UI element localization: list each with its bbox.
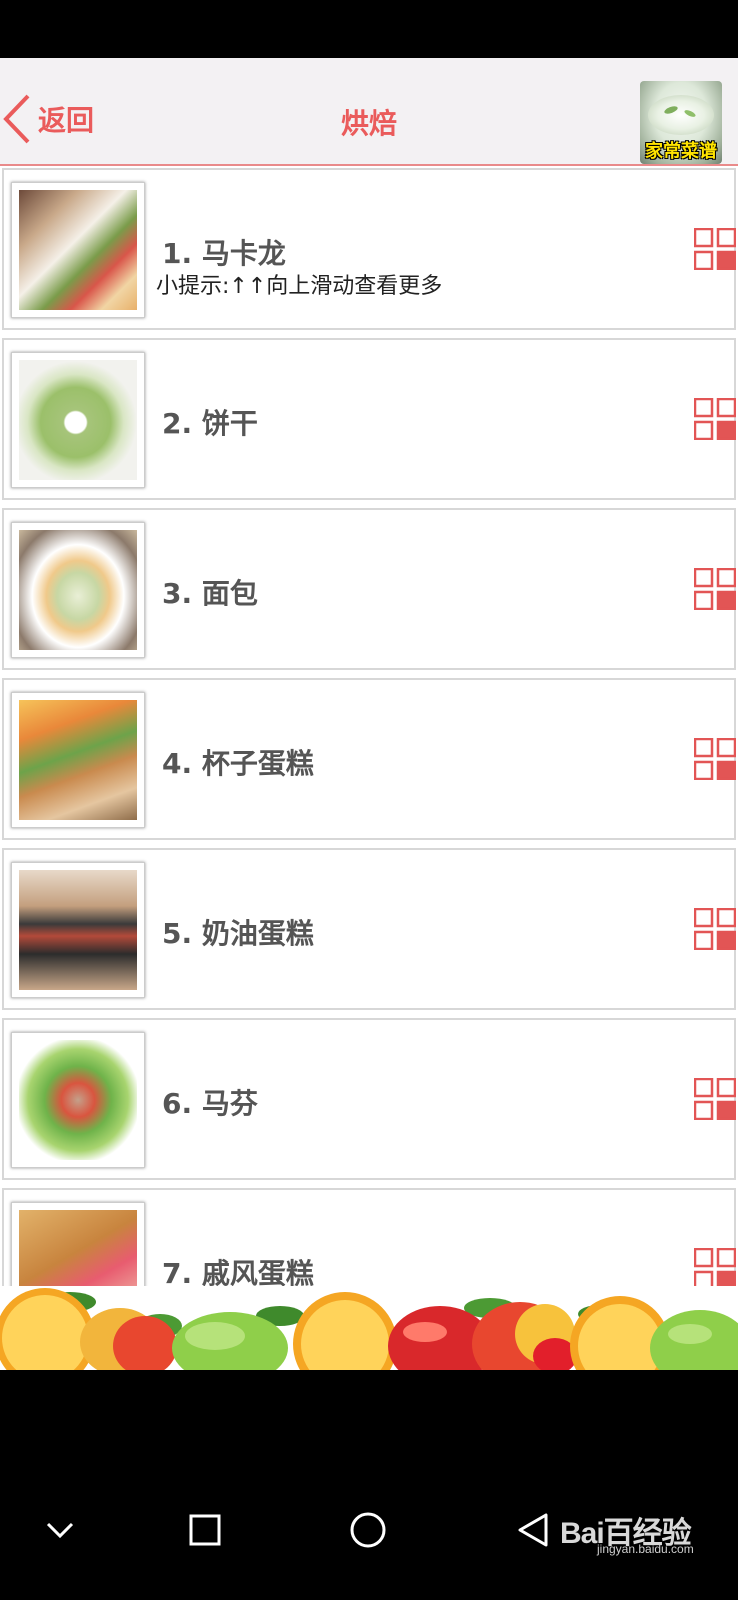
logo-text: 家常菜谱 [645, 141, 717, 162]
thumbnail-image [19, 700, 137, 820]
nav-home-button[interactable] [338, 1500, 398, 1560]
page-title: 烘焙 [340, 107, 397, 140]
thumbnail-image [19, 530, 137, 650]
grid-icon[interactable] [694, 738, 736, 780]
nav-recents-icon [189, 1514, 221, 1546]
thumbnail-image [19, 1040, 137, 1160]
app-header: 返回 烘焙 家常菜谱 [0, 58, 738, 166]
thumbnail-frame [11, 862, 145, 998]
list-item[interactable]: 1. 马卡龙 小提示:↑↑向上滑动查看更多 [2, 168, 736, 330]
status-bar [0, 0, 738, 58]
thumbnail-frame [11, 1032, 145, 1168]
thumbnail-image [19, 870, 137, 990]
nav-recents-button[interactable] [175, 1500, 235, 1560]
grid-icon[interactable] [694, 568, 736, 610]
nav-down-button[interactable] [30, 1500, 90, 1560]
item-title: 4. 杯子蛋糕 [162, 747, 314, 780]
grid-icon[interactable] [694, 1078, 736, 1120]
item-title: 3. 面包 [162, 577, 258, 610]
app-logo[interactable]: 家常菜谱 [640, 81, 722, 164]
scroll-tip: 小提示:↑↑向上滑动查看更多 [156, 274, 443, 299]
grid-icon[interactable] [694, 398, 736, 440]
grid-icon[interactable] [694, 228, 736, 270]
nav-down-icon [46, 1522, 74, 1539]
list-item[interactable]: 4. 杯子蛋糕 [2, 678, 736, 840]
item-title: 2. 饼干 [162, 407, 258, 440]
grid-icon[interactable] [694, 1248, 736, 1290]
list-item[interactable]: 3. 面包 [2, 508, 736, 670]
fruit-banner-image [0, 1286, 738, 1370]
fruit-banner [0, 1286, 738, 1370]
nav-back-icon [518, 1513, 548, 1547]
system-nav-bar: Bai百经验 jingyan.baidu.com [0, 1370, 738, 1600]
thumbnail-frame [11, 182, 145, 318]
list-item[interactable]: 2. 饼干 [2, 338, 736, 500]
item-title: 6. 马芬 [162, 1087, 258, 1120]
recipe-list[interactable]: 1. 马卡龙 小提示:↑↑向上滑动查看更多 2. 饼干 3. 面包 4. 杯子蛋… [0, 168, 738, 1336]
nav-home-icon [350, 1512, 386, 1548]
logo-bowl-image [648, 95, 714, 135]
item-title: 5. 奶油蛋糕 [162, 917, 314, 950]
thumbnail-frame [11, 352, 145, 488]
nav-back-button[interactable] [503, 1500, 563, 1560]
list-item[interactable]: 5. 奶油蛋糕 [2, 848, 736, 1010]
list-item[interactable]: 6. 马芬 [2, 1018, 736, 1180]
item-title: 1. 马卡龙 [162, 237, 286, 270]
grid-icon[interactable] [694, 908, 736, 950]
thumbnail-frame [11, 692, 145, 828]
thumbnail-image [19, 360, 137, 480]
baidu-watermark-url: jingyan.baidu.com [597, 1542, 694, 1556]
thumbnail-image [19, 190, 137, 310]
app-screen: 返回 烘焙 家常菜谱 1. 马卡龙 小提示:↑↑向上滑动查看更多 2. 饼干 3… [0, 58, 738, 1370]
thumbnail-frame [11, 522, 145, 658]
